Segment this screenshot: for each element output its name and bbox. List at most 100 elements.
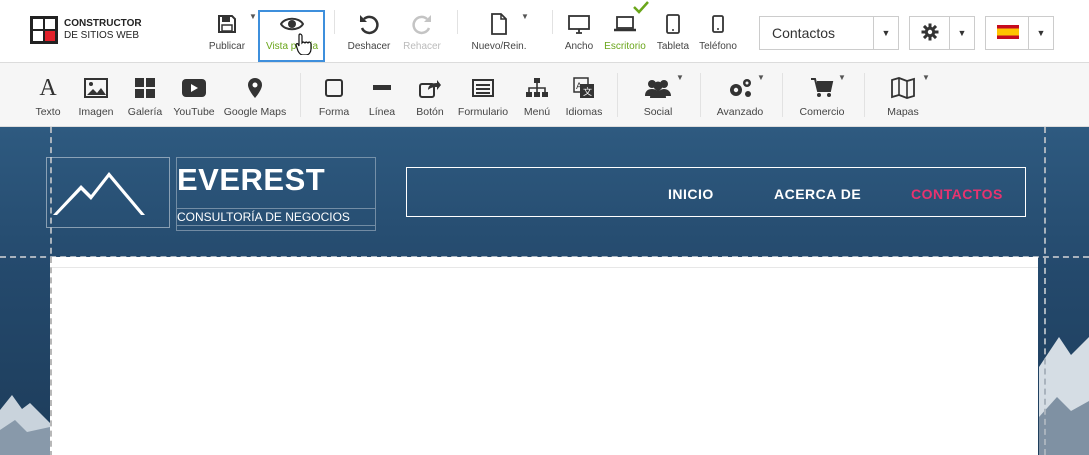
shape-icon xyxy=(314,75,354,101)
hand-cursor-icon xyxy=(295,33,313,60)
toolbar-separator xyxy=(617,73,618,117)
brand-name: CONSTRUCTOR DE SITIOS WEB xyxy=(64,18,142,42)
image-icon xyxy=(74,75,118,101)
new-reset-dropdown-caret[interactable]: ▼ xyxy=(521,12,529,21)
column-guide-right xyxy=(1044,127,1046,455)
device-phone-button[interactable]: Teléfono xyxy=(696,10,740,52)
redo-button[interactable]: Rehacer xyxy=(399,10,445,52)
users-icon xyxy=(634,75,682,101)
new-reset-label: Nuevo/Rein. xyxy=(471,41,527,52)
toolbar-separator xyxy=(300,73,301,117)
device-wide-button[interactable]: Ancho xyxy=(562,10,596,52)
widget-gallery-button[interactable]: Galería xyxy=(124,75,166,118)
chevron-down-icon: ▼ xyxy=(873,17,898,49)
widget-gallery-label: Galería xyxy=(127,106,163,118)
page-select[interactable]: Contactos ▼ xyxy=(759,16,899,50)
save-icon xyxy=(205,10,249,38)
undo-label: Deshacer xyxy=(347,41,391,52)
tablet-icon xyxy=(654,10,692,38)
widget-form-button[interactable]: Formulario xyxy=(456,75,510,118)
monitor-icon xyxy=(562,10,596,38)
translate-icon: A文 xyxy=(562,75,606,101)
site-title-block[interactable]: EVEREST CONSULTORÍA DE NEGOCIOS xyxy=(176,157,376,231)
device-tablet-label: Tableta xyxy=(656,41,690,52)
advanced-dropdown-caret[interactable]: ▼ xyxy=(757,73,765,82)
spain-flag-icon xyxy=(997,24,1019,42)
chevron-down-icon: ▼ xyxy=(949,17,974,49)
undo-button[interactable]: Deshacer xyxy=(345,10,393,52)
language-dropdown[interactable]: ▼ xyxy=(985,16,1054,50)
widget-languages-button[interactable]: A文 Idiomas xyxy=(562,75,606,118)
gallery-icon xyxy=(124,75,166,101)
redo-icon xyxy=(399,10,445,38)
youtube-icon xyxy=(170,75,218,101)
widget-youtube-label: YouTube xyxy=(173,106,215,118)
widget-social-button[interactable]: Social xyxy=(634,75,682,118)
settings-dropdown[interactable]: ▼ xyxy=(909,16,975,50)
widget-image-label: Imagen xyxy=(78,106,114,118)
widget-button-button[interactable]: Botón xyxy=(410,75,450,118)
preview-hover-highlight xyxy=(258,10,325,62)
widget-advanced-label: Avanzado xyxy=(716,106,764,118)
device-desktop-label: Escritorio xyxy=(604,41,646,52)
toolbar-separator xyxy=(700,73,701,117)
redo-label: Rehacer xyxy=(403,41,441,52)
widget-text-button[interactable]: A Texto xyxy=(28,75,68,119)
widget-image-button[interactable]: Imagen xyxy=(74,75,118,118)
brand-line1: CONSTRUCTOR xyxy=(64,18,142,29)
nav-link-acerca[interactable]: ACERCA DE xyxy=(774,186,861,202)
top-toolbar: CONSTRUCTOR DE SITIOS WEB Publicar ▼ Vis… xyxy=(0,0,1089,63)
page-select-value: Contactos xyxy=(772,25,836,41)
widget-maps-button[interactable]: Mapas xyxy=(882,75,924,118)
device-wide-label: Ancho xyxy=(564,41,594,52)
nav-link-contactos[interactable]: CONTACTOS xyxy=(911,186,1003,202)
social-dropdown-caret[interactable]: ▼ xyxy=(676,73,684,82)
line-icon xyxy=(362,75,402,101)
widget-google-maps-label: Google Maps xyxy=(223,106,287,118)
brand-line2: DE SITIOS WEB xyxy=(64,30,140,41)
widget-menu-button[interactable]: Menú xyxy=(518,75,556,118)
share-button-icon xyxy=(410,75,450,101)
widget-commerce-label: Comercio xyxy=(799,106,845,118)
commerce-dropdown-caret[interactable]: ▼ xyxy=(838,73,846,82)
toolbar-separator xyxy=(864,73,865,117)
sitemap-icon xyxy=(518,75,556,101)
maps-dropdown-caret[interactable]: ▼ xyxy=(922,73,930,82)
nav-link-inicio[interactable]: INICIO xyxy=(668,186,714,202)
widget-youtube-button[interactable]: YouTube xyxy=(170,75,218,118)
toolbar-separator xyxy=(457,10,458,34)
widget-maps-label: Mapas xyxy=(887,106,919,118)
chevron-down-icon: ▼ xyxy=(1028,17,1053,49)
folded-map-icon xyxy=(882,75,924,101)
widget-google-maps-button[interactable]: Google Maps xyxy=(222,75,288,118)
site-logo[interactable] xyxy=(46,157,170,228)
widget-form-label: Formulario xyxy=(457,106,509,118)
mountain-background-image xyxy=(1039,337,1089,455)
editor-canvas[interactable]: EVEREST CONSULTORÍA DE NEGOCIOS INICIO A… xyxy=(0,127,1089,455)
content-divider xyxy=(52,267,1038,455)
form-icon xyxy=(456,75,510,101)
device-tablet-button[interactable]: Tableta xyxy=(654,10,692,52)
site-title[interactable]: EVEREST xyxy=(177,162,325,198)
widget-shape-button[interactable]: Forma xyxy=(314,75,354,118)
toolbar-separator xyxy=(782,73,783,117)
site-nav[interactable]: INICIO ACERCA DE CONTACTOS xyxy=(406,167,1026,217)
toolbar-separator xyxy=(334,10,335,34)
svg-text:文: 文 xyxy=(583,86,592,98)
device-phone-label: Teléfono xyxy=(699,41,737,52)
widget-social-label: Social xyxy=(643,106,673,118)
widget-languages-label: Idiomas xyxy=(565,106,603,118)
site-subtitle[interactable]: CONSULTORÍA DE NEGOCIOS xyxy=(177,208,375,226)
publish-dropdown-caret[interactable]: ▼ xyxy=(249,12,257,21)
widget-button-label: Botón xyxy=(416,106,444,118)
map-pin-icon xyxy=(222,75,288,101)
publish-label: Publicar xyxy=(208,41,246,52)
content-guide-left xyxy=(50,257,52,455)
phone-icon xyxy=(696,10,740,38)
publish-button[interactable]: Publicar xyxy=(205,10,249,52)
widget-text-label: Texto xyxy=(35,106,61,118)
widget-toolbar: A Texto Imagen Galería YouTube Google Ma… xyxy=(0,63,1089,127)
widget-line-button[interactable]: Línea xyxy=(362,75,402,118)
mountain-logo-icon xyxy=(53,172,145,215)
widget-line-label: Línea xyxy=(368,106,396,118)
